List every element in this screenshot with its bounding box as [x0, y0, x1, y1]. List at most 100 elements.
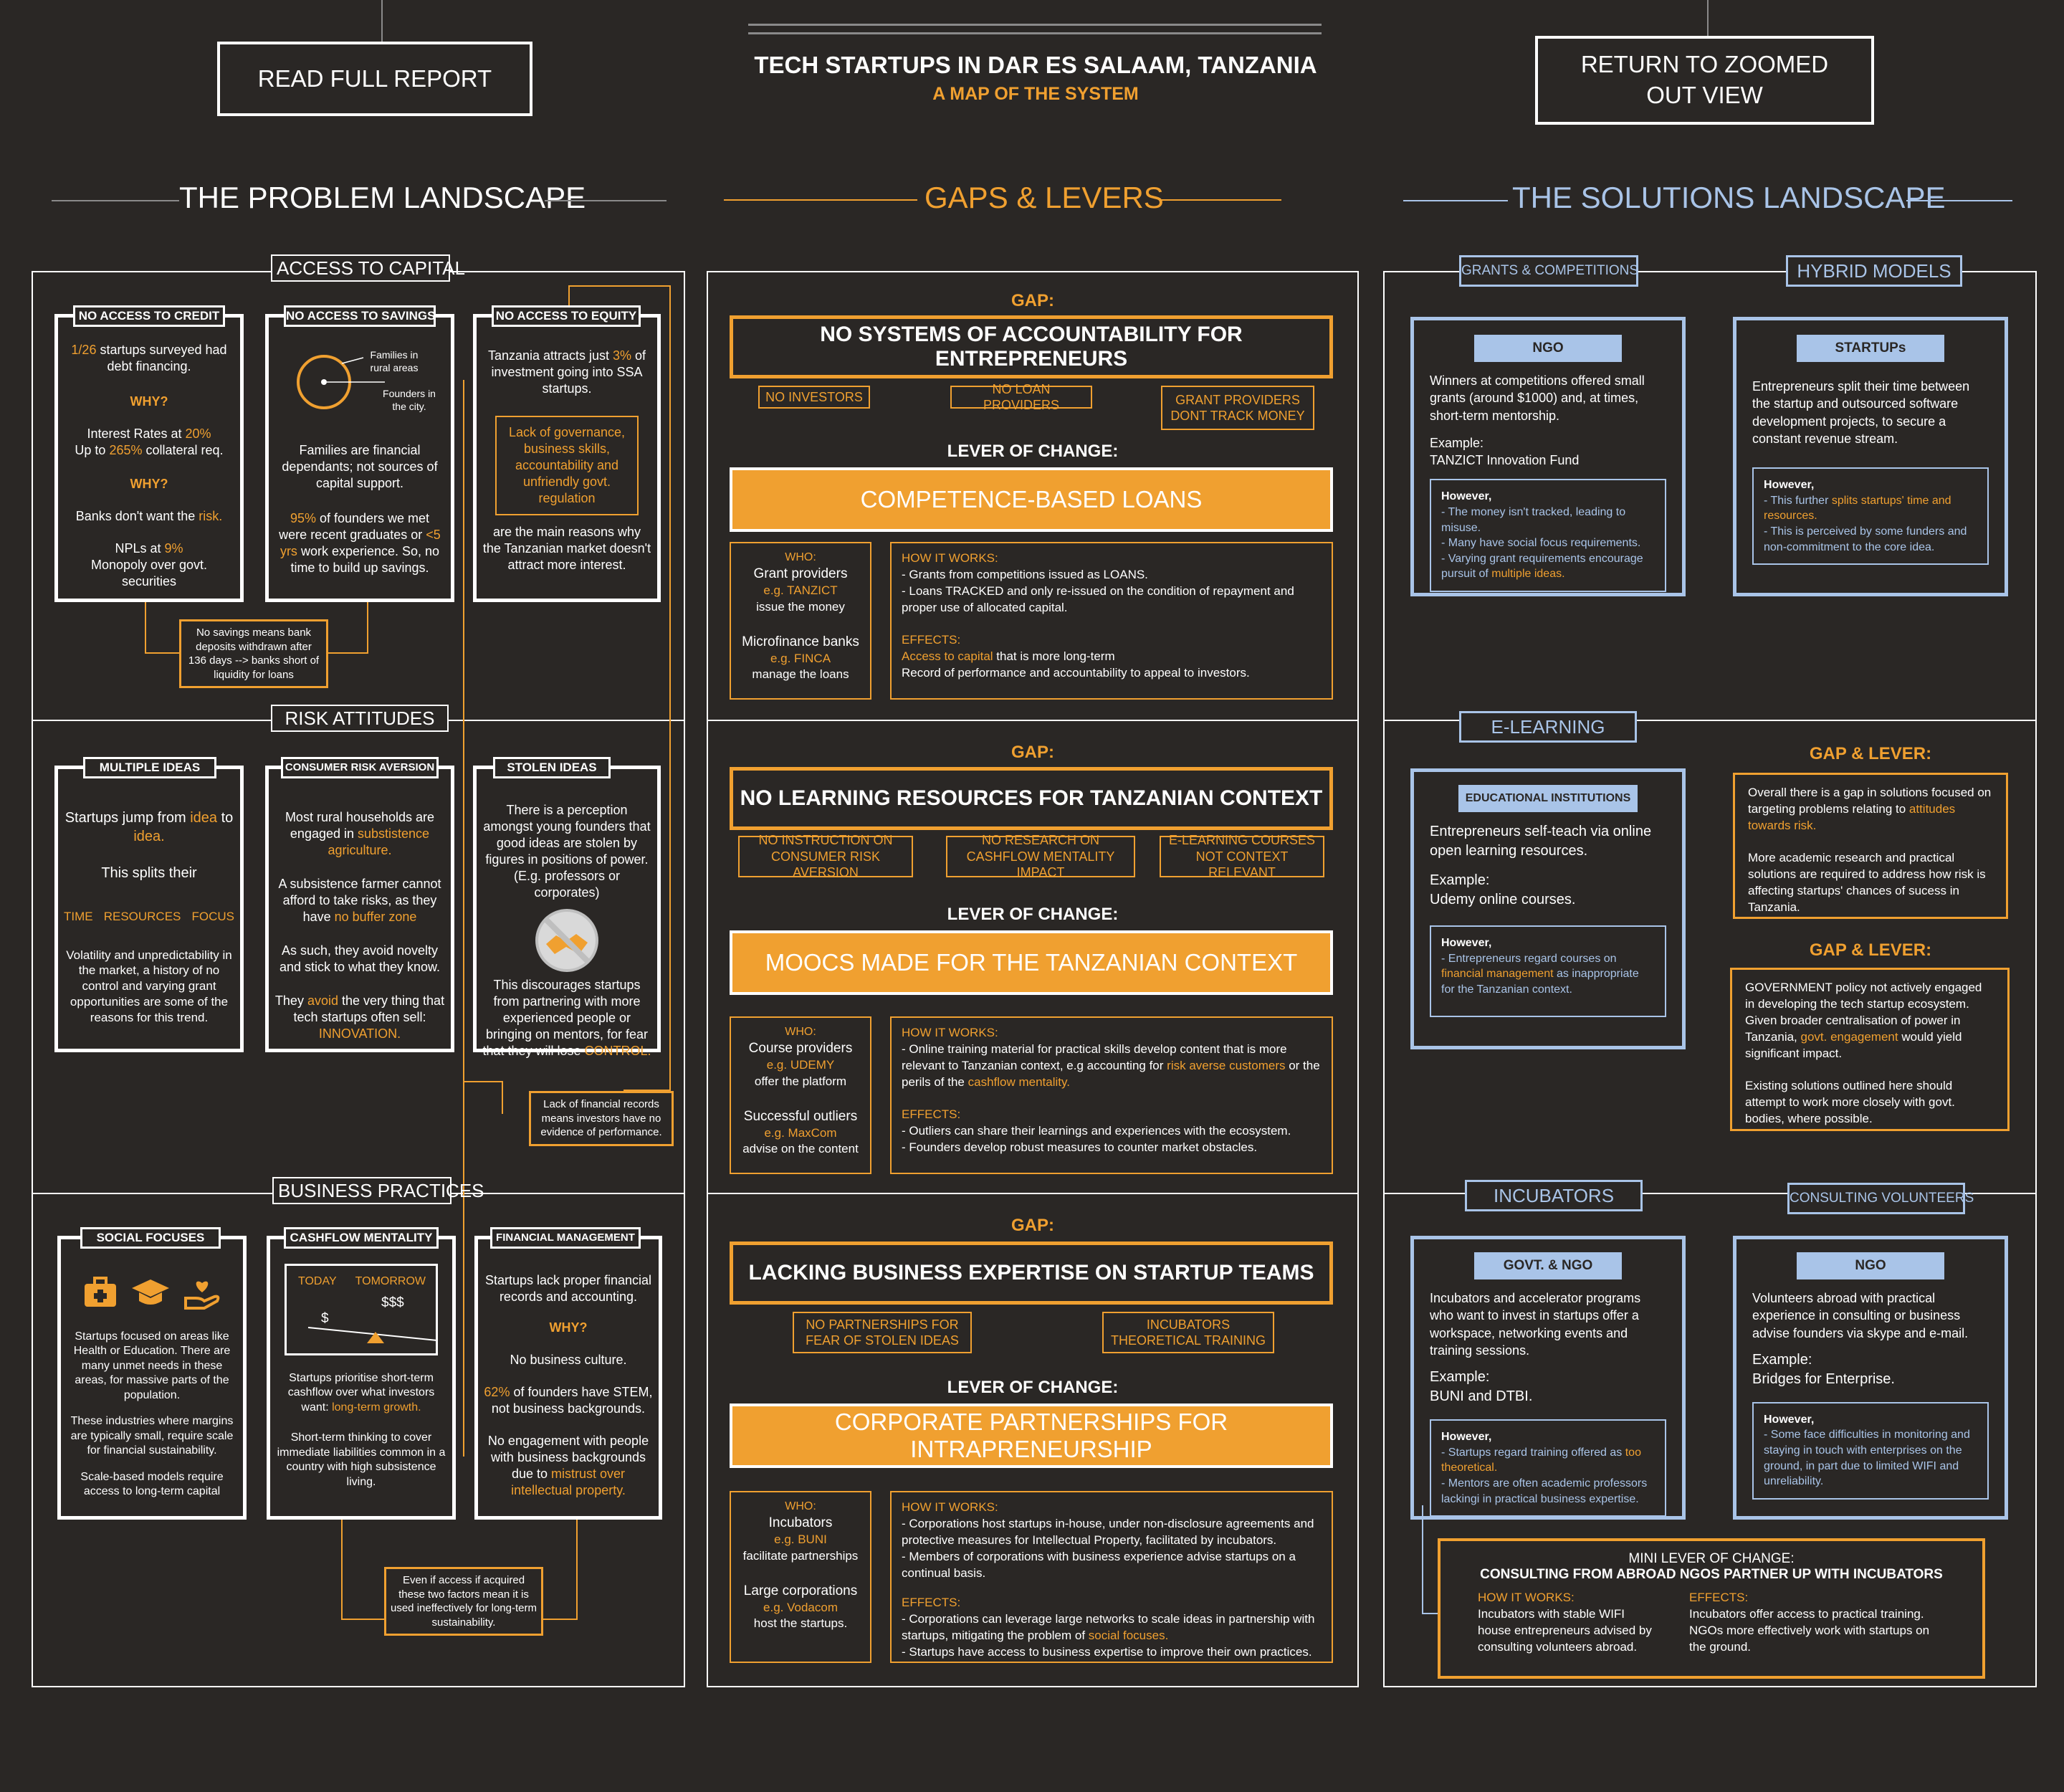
however-text: - Many have social focus requirements.	[1441, 537, 1641, 550]
who-example: e.g. Vodacom	[763, 1601, 838, 1615]
however-label: However,	[1441, 937, 1492, 949]
no-access-to-savings-tag: NO ACCESS TO SAVINGS	[284, 305, 436, 327]
divider	[707, 1193, 1359, 1194]
return-zoomed-out-button[interactable]: RETURN TO ZOOMED OUT VIEW	[1535, 36, 1874, 125]
however-box: However, - Startups regard training offe…	[1430, 1419, 1666, 1517]
who-actor: Course providers	[748, 1040, 853, 1056]
no-access-to-credit-card: 1/26 startups surveyed had debt financin…	[54, 314, 244, 602]
who-actor: Successful outliers	[743, 1108, 858, 1124]
connector-line	[542, 1619, 578, 1620]
gap-lever-risk-box: Overall there is a gap in solutions focu…	[1733, 773, 2008, 919]
section-rule	[545, 200, 666, 201]
no-access-to-equity-tag: NO ACCESS TO EQUITY	[492, 305, 641, 327]
however-label: However,	[1441, 490, 1492, 503]
connector-line	[381, 0, 383, 42]
credit-text: Up to	[75, 443, 110, 458]
gap-lever-government-box: GOVERNMENT policy not actively engaged i…	[1730, 968, 2010, 1131]
who-actor: Incubators	[768, 1515, 833, 1530]
connector-line	[669, 285, 671, 1090]
savings-text: work experience. So, no time to build up…	[290, 544, 440, 576]
connector-line	[145, 652, 179, 654]
incubators-head: GOVT. & NGO	[1474, 1252, 1622, 1279]
lever-label: LEVER OF CHANGE:	[947, 442, 1119, 461]
connector-line	[1422, 1505, 1423, 1614]
consumer-risk-aversion-tag: CONSUMER RISK AVERSION	[281, 757, 439, 778]
however-label: However,	[1441, 1431, 1492, 1444]
multiple-text: to	[217, 810, 234, 826]
credit-highlight: risk.	[199, 509, 223, 524]
stolen-ideas-card: There is a perception amongst young foun…	[473, 766, 661, 1058]
savings-liquidity-note: No savings means bank deposits withdrawn…	[179, 619, 328, 688]
scale-icon	[307, 1327, 438, 1343]
credit-highlight: 265%	[109, 443, 143, 458]
grants-text: Winners at competitions offered small gr…	[1430, 373, 1645, 423]
multiple-text: Volatility and unpredictability in the m…	[66, 948, 232, 1024]
how-label: HOW IT WORKS:	[1478, 1591, 1575, 1604]
lever-label: LEVER OF CHANGE:	[947, 905, 1119, 924]
credit-highlight: 9%	[164, 541, 183, 556]
page-title: TECH STARTUPS IN DAR ES SALAAM, TANZANIA	[754, 52, 1317, 78]
effects-text: - Outliers can share their learnings and…	[902, 1123, 1291, 1138]
mini-effects-text: Incubators offer access to practical tra…	[1689, 1606, 1930, 1654]
however-box: However, - Entrepreneurs regard courses …	[1430, 925, 1666, 1018]
cashflow-text: Short-term thinking to cover immediate l…	[277, 1431, 446, 1488]
equity-reasons-box: Lack of governance, business skills, acc…	[495, 416, 639, 516]
effects-label: EFFECTS:	[1689, 1591, 1749, 1604]
why-label: WHY?	[130, 477, 168, 492]
who-actor: Large corporations	[743, 1583, 858, 1598]
connector-line	[367, 602, 368, 652]
section-rule	[724, 199, 917, 201]
multiple-highlight: idea.	[133, 828, 165, 844]
consulting-head: NGO	[1797, 1252, 1944, 1279]
however-text: - Mentors are often academic professors …	[1441, 1477, 1648, 1505]
credit-text: collateral req.	[142, 443, 224, 458]
how-label: HOW IT WORKS:	[902, 551, 998, 565]
how-text: - Grants from competitions issued as LOA…	[902, 567, 1148, 581]
consumer-highlight: avoid	[307, 993, 338, 1009]
however-box: However, - This further splits startups'…	[1752, 467, 1989, 566]
multiple-text: This splits their	[101, 865, 197, 882]
how-text: - Loans TRACKED and only re-issued on th…	[902, 583, 1294, 614]
cashflow-mentality-tag: CASHFLOW MENTALITY	[284, 1227, 439, 1249]
cashflow-diagram: TODAY TOMORROW $$$ $	[285, 1264, 438, 1355]
who-role: manage the loans	[752, 667, 849, 682]
savings-text: Families are financial dependants; not s…	[282, 443, 438, 491]
who-box: WHO: Course providers e.g. UDEMY offer t…	[730, 1016, 871, 1174]
cashflow-mentality-card: TODAY TOMORROW $$$ $ Startups prioritise…	[267, 1236, 456, 1520]
elearning-card: EDUCATIONAL INSTITUTIONS Entrepreneurs s…	[1410, 768, 1686, 1049]
credit-highlight: 1/26	[71, 343, 97, 357]
who-label: WHO:	[785, 551, 816, 563]
time-label: TIME	[64, 909, 93, 923]
connector-line	[463, 1081, 503, 1082]
consumer-risk-aversion-card: Most rural households are engaged in sub…	[265, 766, 454, 1052]
gap-lever-text: Existing solutions outlined here should …	[1745, 1078, 1955, 1125]
dollars-label: $$$	[381, 1295, 404, 1310]
how-it-works-box: HOW IT WORKS: - Grants from competitions…	[890, 542, 1333, 700]
effects-highlight: social focuses.	[1088, 1628, 1169, 1642]
however-highlight: financial management	[1441, 968, 1554, 981]
no-handshake-icon	[533, 907, 601, 974]
mini-lever-title: CONSULTING FROM ABROAD NGOS PARTNER UP W…	[1480, 1567, 1943, 1582]
section-rule	[52, 200, 179, 201]
financial-text: No business culture.	[510, 1353, 627, 1368]
effects-text: - Founders develop robust measures to co…	[902, 1140, 1258, 1154]
equity-text: are the main reasons why the Tanzanian m…	[482, 525, 651, 573]
gap-chip: GRANT PROVIDERS DONT TRACK MONEY	[1161, 386, 1314, 430]
lever-corporate-partnerships: CORPORATE PARTNERSHIPS FOR INTRAPRENEURS…	[730, 1403, 1333, 1468]
who-box: WHO: Grant providers e.g. TANZICT issue …	[730, 542, 871, 700]
credit-text: Banks don't want the	[75, 509, 199, 524]
connector-line	[341, 1619, 384, 1620]
credit-text: NPLs at	[115, 541, 165, 556]
graduation-cap-icon	[131, 1279, 169, 1305]
stolen-text: There is a perception amongst young foun…	[483, 803, 651, 900]
social-text: Scale-based models require access to lon…	[80, 1470, 224, 1498]
however-box: However, - Some face difficulties in mon…	[1752, 1401, 1989, 1500]
savings-highlight: 95%	[290, 511, 316, 526]
how-label: HOW IT WORKS:	[902, 1500, 998, 1514]
consulting-card: NGO Volunteers abroad with practical exp…	[1733, 1236, 2008, 1520]
read-full-report-button[interactable]: READ FULL REPORT	[217, 42, 532, 116]
social-text: Startups focused on areas like Health or…	[73, 1330, 231, 1401]
who-role: advise on the content	[742, 1142, 859, 1156]
hand-heart-icon	[183, 1281, 219, 1310]
gap-chip: NO INSTRUCTION ON CONSUMER RISK AVERSION	[738, 833, 913, 880]
